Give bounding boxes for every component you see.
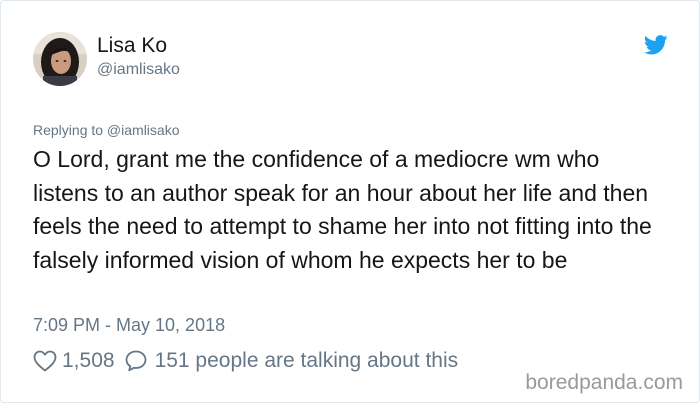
twitter-bird-icon[interactable] [643,35,668,55]
speech-bubble-icon [124,349,148,373]
like-button[interactable]: 1,508 [33,349,124,373]
tweet-card: Lisa Ko @iamlisako Replying to @iamlisak… [0,0,700,403]
replying-to[interactable]: Replying to @iamlisako [33,121,180,139]
heart-icon [33,350,57,372]
avatar[interactable] [33,32,87,86]
talking-count: 151 people are talking about this [154,349,459,372]
display-name[interactable]: Lisa Ko [97,34,167,58]
watermark: boredpanda.com [525,371,683,394]
timestamp[interactable]: 7:09 PM - May 10, 2018 [33,314,225,336]
tweet-text: O Lord, grant me the confidence of a med… [33,146,652,273]
like-count: 1,508 [62,349,115,372]
tweet-actions: 1,508 151 people are talking about this [33,347,458,375]
user-handle[interactable]: @iamlisako [97,60,180,80]
avatar-image [33,32,87,86]
conversation-button[interactable]: 151 people are talking about this [124,349,459,373]
